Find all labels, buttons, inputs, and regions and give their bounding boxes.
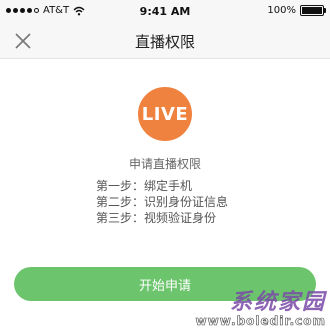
- steps-list: 第一步：绑定手机 第二步：识别身份证信息 第三步：视频验证身份: [96, 178, 228, 226]
- live-badge: LIVE: [138, 87, 192, 141]
- battery-icon: [300, 5, 326, 16]
- live-badge-label: LIVE: [141, 103, 189, 125]
- step-item: 第三步：视频验证身份: [96, 211, 217, 225]
- step-item: 第二步：识别身份证信息: [96, 195, 229, 209]
- main-content: LIVE 申请直播权限 第一步：绑定手机 第二步：识别身份证信息 第三步：视频验…: [0, 59, 330, 330]
- start-application-button[interactable]: 开始申请: [14, 267, 316, 301]
- battery-percent: 100%: [267, 5, 296, 16]
- nav-bar: 直播权限: [0, 24, 330, 59]
- page-title: 直播权限: [134, 33, 195, 51]
- request-title: 申请直播权限: [128, 157, 201, 171]
- status-right: 100%: [267, 5, 326, 16]
- status-bar: AT&T 9:41 AM 100%: [0, 0, 330, 24]
- step-item: 第一步：绑定手机: [96, 179, 193, 193]
